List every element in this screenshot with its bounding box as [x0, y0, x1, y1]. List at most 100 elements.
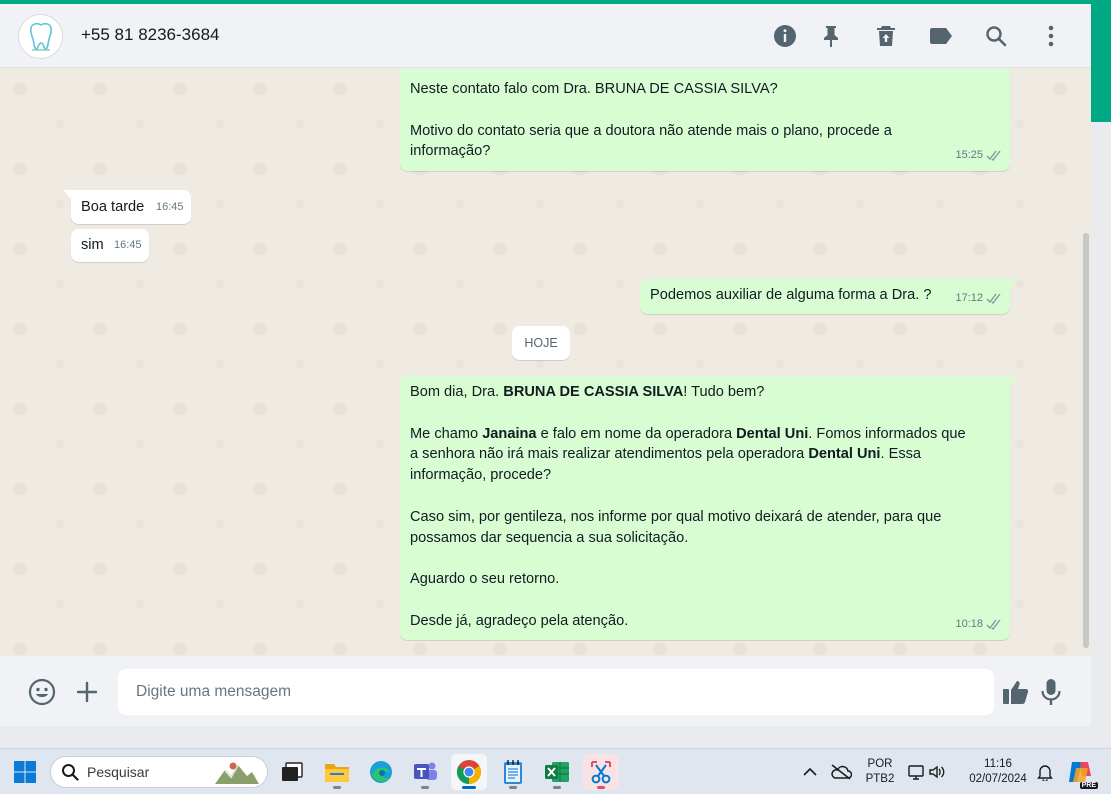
keyboard-language[interactable]: POR PTB2: [862, 757, 898, 787]
info-icon: [774, 25, 796, 47]
file-explorer-icon: [325, 764, 349, 782]
notepad-icon: [504, 760, 522, 784]
double-check-icon: [986, 293, 1001, 305]
message-out[interactable]: Podemos auxiliar de alguma forma a Dra. …: [640, 279, 1018, 314]
delete-icon: [877, 26, 895, 46]
search-highlight-icon: [215, 762, 259, 784]
clock[interactable]: 11:16 02/07/2024: [960, 757, 1036, 787]
contact-info-button[interactable]: [770, 21, 800, 51]
search-label: Pesquisar: [87, 764, 150, 780]
app-running-indicator: [553, 786, 561, 789]
network-icon: [908, 765, 924, 780]
attach-plus-icon: [76, 681, 98, 703]
voice-message-button[interactable]: [1034, 675, 1068, 709]
window-bottom-edge: [0, 726, 1091, 748]
app-running-indicator: [421, 786, 429, 789]
message-time: 10:18: [955, 618, 983, 631]
teams-icon: [414, 762, 437, 780]
search-icon: [986, 26, 1007, 47]
tray-overflow-button[interactable]: [799, 754, 821, 790]
message-meta: 15:25: [955, 145, 1002, 166]
app-running-indicator: [509, 786, 517, 789]
chrome-icon: [456, 760, 482, 784]
message-meta: 10:18: [955, 614, 1002, 635]
message-line: [410, 486, 1000, 507]
message-line: Bom dia, Dra. BRUNA DE CASSIA SILVA! Tud…: [410, 384, 765, 400]
message-out[interactable]: Bom dia, Dra. BRUNA DE CASSIA SILVA! Tud…: [400, 376, 1018, 640]
message-line: informação?: [410, 143, 491, 160]
windows-taskbar: Pesquisar POR PTB2 11:16 02/07/2024 PRE: [0, 748, 1111, 794]
message-line: [410, 403, 1000, 424]
taskbar-teams[interactable]: [407, 754, 443, 790]
clock-date: 02/07/2024: [969, 773, 1027, 785]
taskbar-snipping-tool[interactable]: [583, 754, 619, 790]
tray-network-volume[interactable]: [904, 754, 950, 790]
double-check-icon: [986, 150, 1001, 162]
message-in[interactable]: Boa tarde 16:45: [63, 190, 191, 224]
microphone-icon: [1041, 679, 1061, 705]
bubble-tail: [1009, 376, 1018, 386]
message-line: a senhora não irá mais realizar atendime…: [410, 446, 922, 463]
whatsapp-window: +55 81 8236-3684 Neste contato falo com …: [0, 4, 1091, 726]
snipping-tool-icon: [591, 761, 611, 784]
search-icon: [62, 764, 79, 781]
message-text: sim: [81, 237, 104, 253]
message-input[interactable]: [118, 669, 994, 715]
emoji-button[interactable]: [25, 675, 59, 709]
contact-avatar[interactable]: [18, 14, 63, 59]
taskbar-task-view[interactable]: [274, 754, 310, 790]
app-running-indicator: [597, 786, 605, 789]
tooth-logo-icon: [29, 22, 52, 51]
message-text: Podemos auxiliar de alguma forma a Dra. …: [650, 287, 932, 303]
thumbs-up-button[interactable]: [999, 675, 1033, 709]
menu-icon: [1048, 25, 1054, 47]
message-text: Boa tarde: [81, 199, 145, 215]
menu-button[interactable]: [1036, 21, 1066, 51]
edge-icon: [370, 761, 392, 783]
message-in[interactable]: sim 16:45: [71, 229, 149, 262]
date-divider: HOJE: [512, 326, 570, 360]
copilot-button[interactable]: PRE: [1062, 754, 1098, 790]
window-edge-accent: [1091, 0, 1111, 122]
label-icon: [930, 28, 952, 44]
cloud-offline-icon: [831, 764, 852, 780]
chevron-up-icon: [803, 767, 817, 776]
taskbar-file-explorer[interactable]: [319, 754, 355, 790]
message-line: Neste contato falo com Dra. BRUNA DE CAS…: [410, 81, 778, 97]
taskbar-edge[interactable]: [363, 754, 399, 790]
taskbar-notepad[interactable]: [495, 754, 531, 790]
message-line: Caso sim, por gentileza, nos informe por…: [410, 508, 942, 525]
bubble-tail: [1009, 279, 1018, 289]
app-active-indicator: [462, 786, 476, 789]
language-code: POR: [867, 758, 893, 770]
label-button[interactable]: [926, 21, 956, 51]
message-out[interactable]: Neste contato falo com Dra. BRUNA DE CAS…: [400, 69, 1010, 171]
excel-icon: [545, 762, 569, 782]
message-text: Bom dia, Dra. BRUNA DE CASSIA SILVA! Tud…: [410, 382, 1000, 632]
taskbar-chrome[interactable]: [451, 754, 487, 790]
taskbar-search[interactable]: Pesquisar: [50, 756, 268, 788]
thumbs-up-icon: [1003, 681, 1029, 704]
chat-scrollbar-thumb[interactable]: [1083, 233, 1089, 648]
copilot-badge: PRE: [1079, 782, 1098, 789]
volume-icon: [929, 765, 945, 779]
message-time: 15:25: [955, 149, 983, 162]
message-line: [410, 548, 1000, 569]
message-line: Motivo do contato seria que a doutora nã…: [410, 122, 892, 139]
attach-button[interactable]: [70, 675, 104, 709]
message-line: [410, 100, 1000, 121]
message-line: [410, 590, 1000, 611]
clock-time: 11:16: [984, 758, 1012, 770]
message-list[interactable]: Neste contato falo com Dra. BRUNA DE CAS…: [0, 69, 1091, 656]
chat-header: +55 81 8236-3684: [0, 4, 1091, 68]
message-time: 16:45: [156, 201, 184, 214]
delete-button[interactable]: [871, 21, 901, 51]
contact-name[interactable]: +55 81 8236-3684: [81, 25, 220, 45]
pin-button[interactable]: [816, 21, 846, 51]
search-button[interactable]: [981, 21, 1011, 51]
notifications-button[interactable]: [1034, 754, 1056, 790]
bell-icon: [1037, 765, 1053, 781]
taskbar-excel[interactable]: [539, 754, 575, 790]
tray-onedrive-button[interactable]: [827, 754, 855, 790]
start-button[interactable]: [7, 754, 43, 790]
